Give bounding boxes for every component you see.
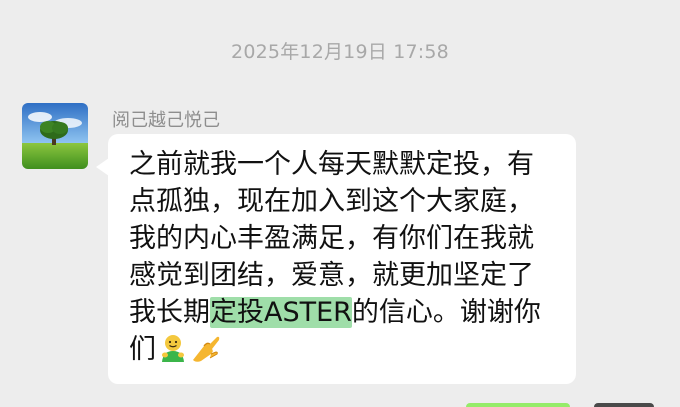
message-line: 我长期定投ASTER的信心。谢谢你 — [129, 294, 562, 331]
message-bubble[interactable]: 之前就我一个人每天默默定投，有 点孤独，现在加入到这个大家庭， 我的内心丰盈满足… — [108, 134, 576, 384]
sender-name: 阅己越己悦己 — [112, 110, 220, 131]
next-message-bubble-edge — [466, 403, 570, 407]
pinching-hand-emoji — [190, 333, 222, 373]
message-line: 们 — [129, 331, 562, 373]
message-line: 点孤独，现在加入到这个大家庭， — [129, 186, 534, 217]
highlighted-text: 定投ASTER — [210, 297, 352, 328]
message-line: 之前就我一个人每天默默定投，有 — [129, 149, 534, 180]
hugging-person-emoji — [158, 333, 188, 373]
message-text: 们 — [129, 334, 156, 365]
message-text: 的信心。谢谢你 — [351, 297, 541, 328]
next-message-bubble-edge — [594, 403, 654, 407]
message-timestamp: 2025年12月19日 17:58 — [231, 41, 449, 63]
message-line: 感觉到团结，爱意，就更加坚定了 — [129, 260, 534, 291]
message-line: 我的内心丰盈满足，有你们在我就 — [129, 223, 534, 254]
sender-avatar[interactable] — [22, 103, 88, 169]
message-text: 我长期 — [129, 297, 210, 328]
tree-landscape-avatar-icon — [22, 103, 88, 169]
